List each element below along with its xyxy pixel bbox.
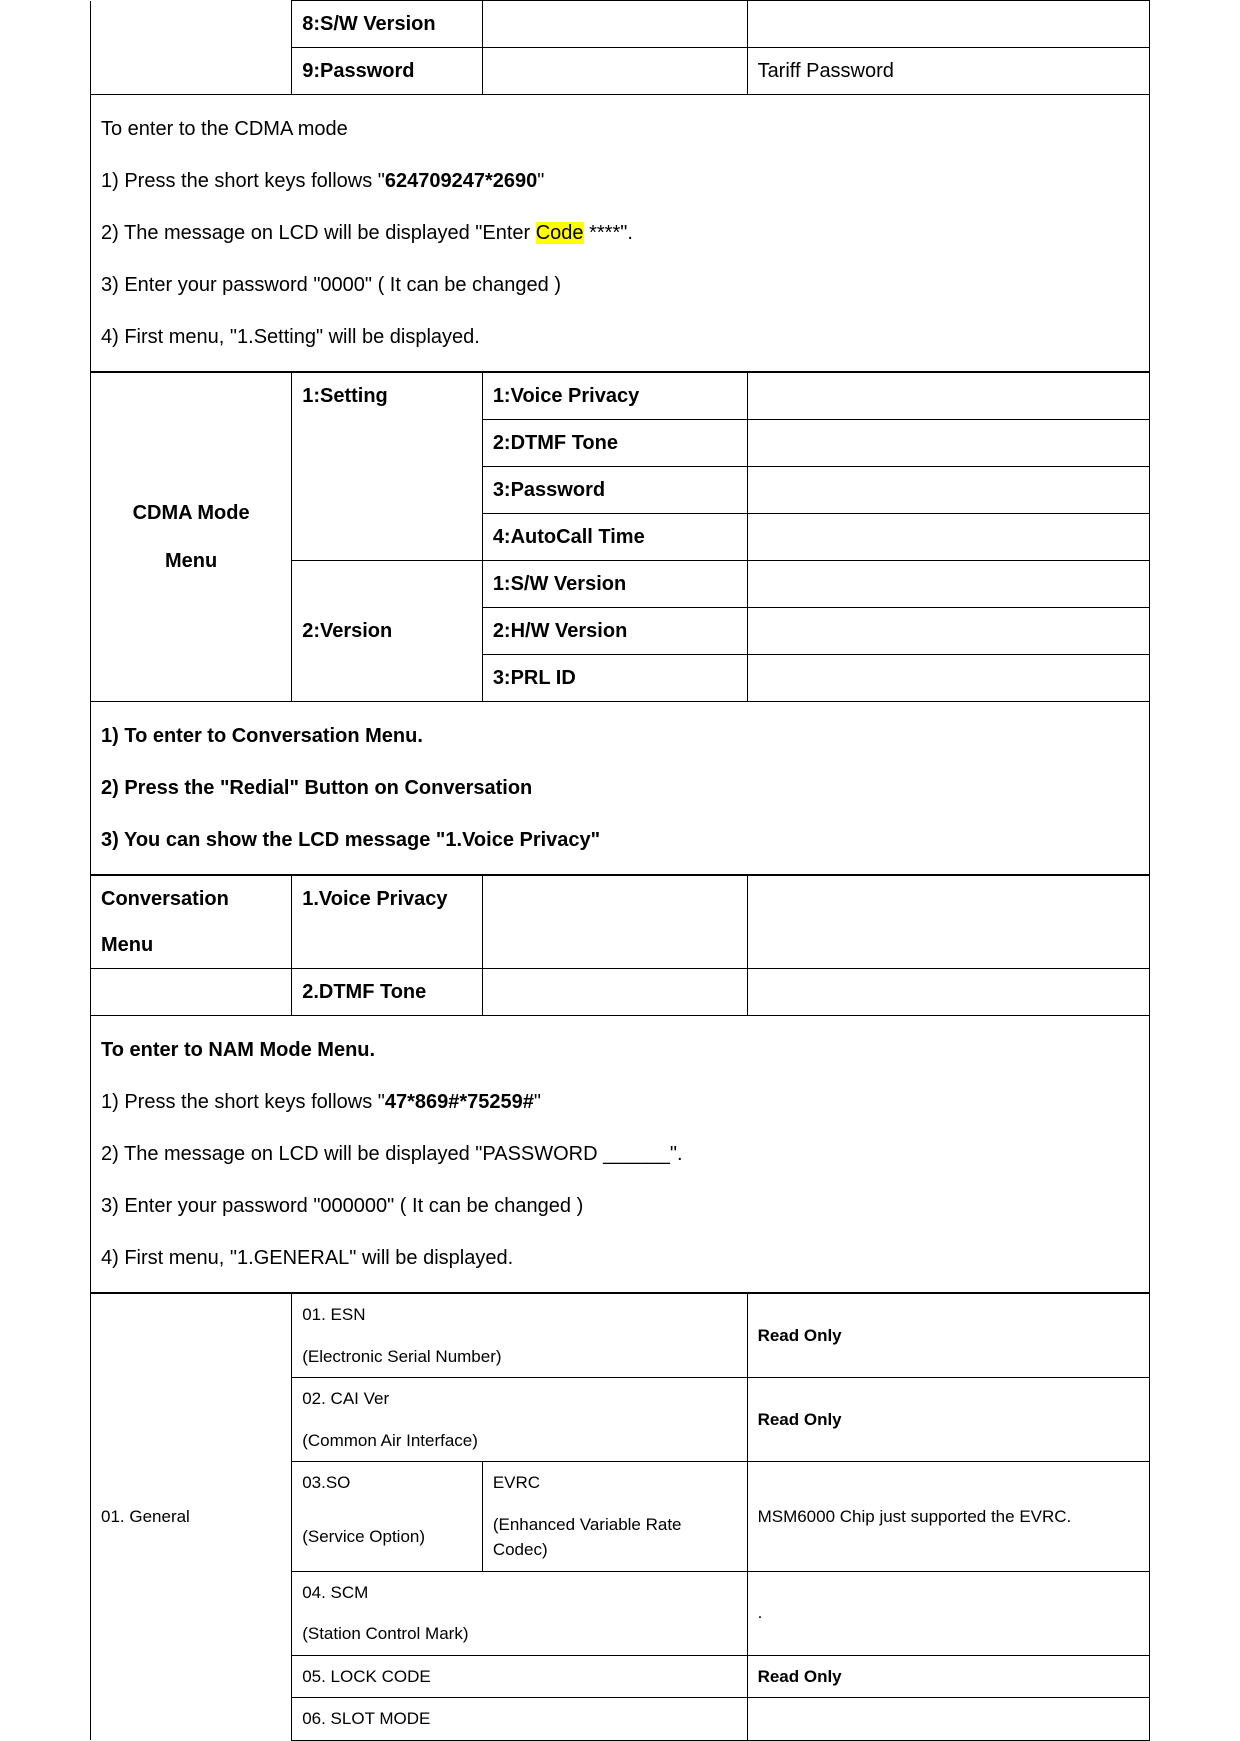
section-conversation: 1) To enter to Conversation Menu. 2) Pre… [91, 702, 1150, 875]
table-row: Conversation 1.Voice Privacy [91, 876, 1150, 923]
table-row: 8:S/W Version [91, 1, 1150, 48]
cell-hwversion: 2:H/W Version [482, 608, 747, 655]
section-line: 3) You can show the LCD message "1.Voice… [101, 814, 1139, 866]
cell-evrc: EVRC [482, 1462, 747, 1504]
cell-empty [747, 608, 1149, 655]
cell-caiver-desc: (Common Air Interface) [292, 1420, 747, 1462]
cell-empty [747, 514, 1149, 561]
cell-empty [482, 48, 747, 95]
cell-readonly2: Read Only [747, 1378, 1149, 1462]
general-table: 01. General 01. ESN Read Only (Electroni… [90, 1293, 1150, 1741]
cell-empty [482, 876, 747, 969]
cell-empty [747, 561, 1149, 608]
table-row: 01. General 01. ESN Read Only [91, 1294, 1150, 1336]
cell-dtmf: 2:DTMF Tone [482, 420, 747, 467]
cell-empty [482, 1, 747, 48]
section-line: 1) Press the short keys follows "6247092… [101, 155, 1139, 207]
table-row: 1) To enter to Conversation Menu. 2) Pre… [91, 702, 1150, 875]
cell-autocall: 4:AutoCall Time [482, 514, 747, 561]
section-line: 2) Press the "Redial" Button on Conversa… [101, 762, 1139, 814]
cdma-mode-menu-table: CDMA ModeMenu 1:Setting 1:Voice Privacy … [90, 372, 1150, 875]
cell-empty [747, 969, 1149, 1016]
section-line: 1) Press the short keys follows "47*869#… [101, 1076, 1139, 1128]
cell-readonly1: Read Only [747, 1294, 1149, 1378]
cell-setting: 1:Setting [292, 373, 483, 561]
cell-swversion2: 1:S/W Version [482, 561, 747, 608]
cell-scm-desc: (Station Control Mark) [292, 1613, 747, 1655]
cell-prlid: 3:PRL ID [482, 655, 747, 702]
cell-conversation: Conversation [91, 876, 292, 923]
section-header: To enter to NAM Mode Menu. [101, 1024, 1139, 1076]
cell-empty [747, 467, 1149, 514]
cell-menu: Menu [91, 922, 292, 969]
section-line: 3) Enter your password "0000" ( It can b… [101, 259, 1139, 311]
cell-esn: 01. ESN [292, 1294, 747, 1336]
cell-version: 2:Version [292, 561, 483, 702]
cell-swversion: 8:S/W Version [292, 1, 483, 48]
top-table: 8:S/W Version 9:Password Tariff Password… [90, 0, 1150, 372]
cell-empty [747, 373, 1149, 420]
section-line: 4) First menu, "1.Setting" will be displ… [101, 311, 1139, 363]
cell-empty [482, 969, 747, 1016]
cell-password: 9:Password [292, 48, 483, 95]
conversation-menu-table: Conversation 1.Voice Privacy Menu 2.DTMF… [90, 875, 1150, 1293]
table-row: 2.DTMF Tone [91, 969, 1150, 1016]
cell-caiver: 02. CAI Ver [292, 1378, 747, 1420]
cell-so-desc: (Service Option) [292, 1504, 483, 1572]
cell-empty [747, 876, 1149, 969]
cell-dtmf2: 2.DTMF Tone [292, 969, 483, 1016]
cell-slotmode: 06. SLOT MODE [292, 1698, 747, 1741]
section-line: 3) Enter your password "000000" ( It can… [101, 1180, 1139, 1232]
cell-msm6000: MSM6000 Chip just supported the EVRC. [747, 1462, 1149, 1572]
cell-general: 01. General [91, 1294, 292, 1741]
cell-password: 3:Password [482, 467, 747, 514]
section-nam-mode: To enter to NAM Mode Menu. 1) Press the … [91, 1016, 1150, 1293]
table-row: To enter to NAM Mode Menu. 1) Press the … [91, 1016, 1150, 1293]
table-row: To enter to the CDMA mode 1) Press the s… [91, 95, 1150, 372]
cell-so: 03.SO [292, 1462, 483, 1504]
cell-readonly3: Read Only [747, 1655, 1149, 1698]
table-row: CDMA ModeMenu 1:Setting 1:Voice Privacy [91, 373, 1150, 420]
section-line: 2) The message on LCD will be displayed … [101, 1128, 1139, 1180]
cell-voice-privacy2: 1.Voice Privacy [292, 876, 483, 969]
cell-empty [91, 969, 292, 1016]
cell-empty [91, 1, 292, 95]
cell-evrc-desc: (Enhanced Variable Rate Codec) [482, 1504, 747, 1572]
section-line: 4) First menu, "1.GENERAL" will be displ… [101, 1232, 1139, 1284]
cell-scm: 04. SCM [292, 1571, 747, 1613]
cell-esn-desc: (Electronic Serial Number) [292, 1336, 747, 1378]
cell-empty [747, 420, 1149, 467]
cell-empty [747, 1698, 1149, 1741]
cell-lockcode: 05. LOCK CODE [292, 1655, 747, 1698]
section-line: 2) The message on LCD will be displayed … [101, 207, 1139, 259]
cell-empty [747, 655, 1149, 702]
section-cdma-mode: To enter to the CDMA mode 1) Press the s… [91, 95, 1150, 372]
cell-voice-privacy: 1:Voice Privacy [482, 373, 747, 420]
section-line: 1) To enter to Conversation Menu. [101, 710, 1139, 762]
cell-cdma-mode-menu: CDMA ModeMenu [91, 373, 292, 702]
cell-tariff: Tariff Password [747, 48, 1149, 95]
cell-empty [747, 1, 1149, 48]
cell-scm-val: . [747, 1571, 1149, 1655]
section-header: To enter to the CDMA mode [101, 103, 1139, 155]
